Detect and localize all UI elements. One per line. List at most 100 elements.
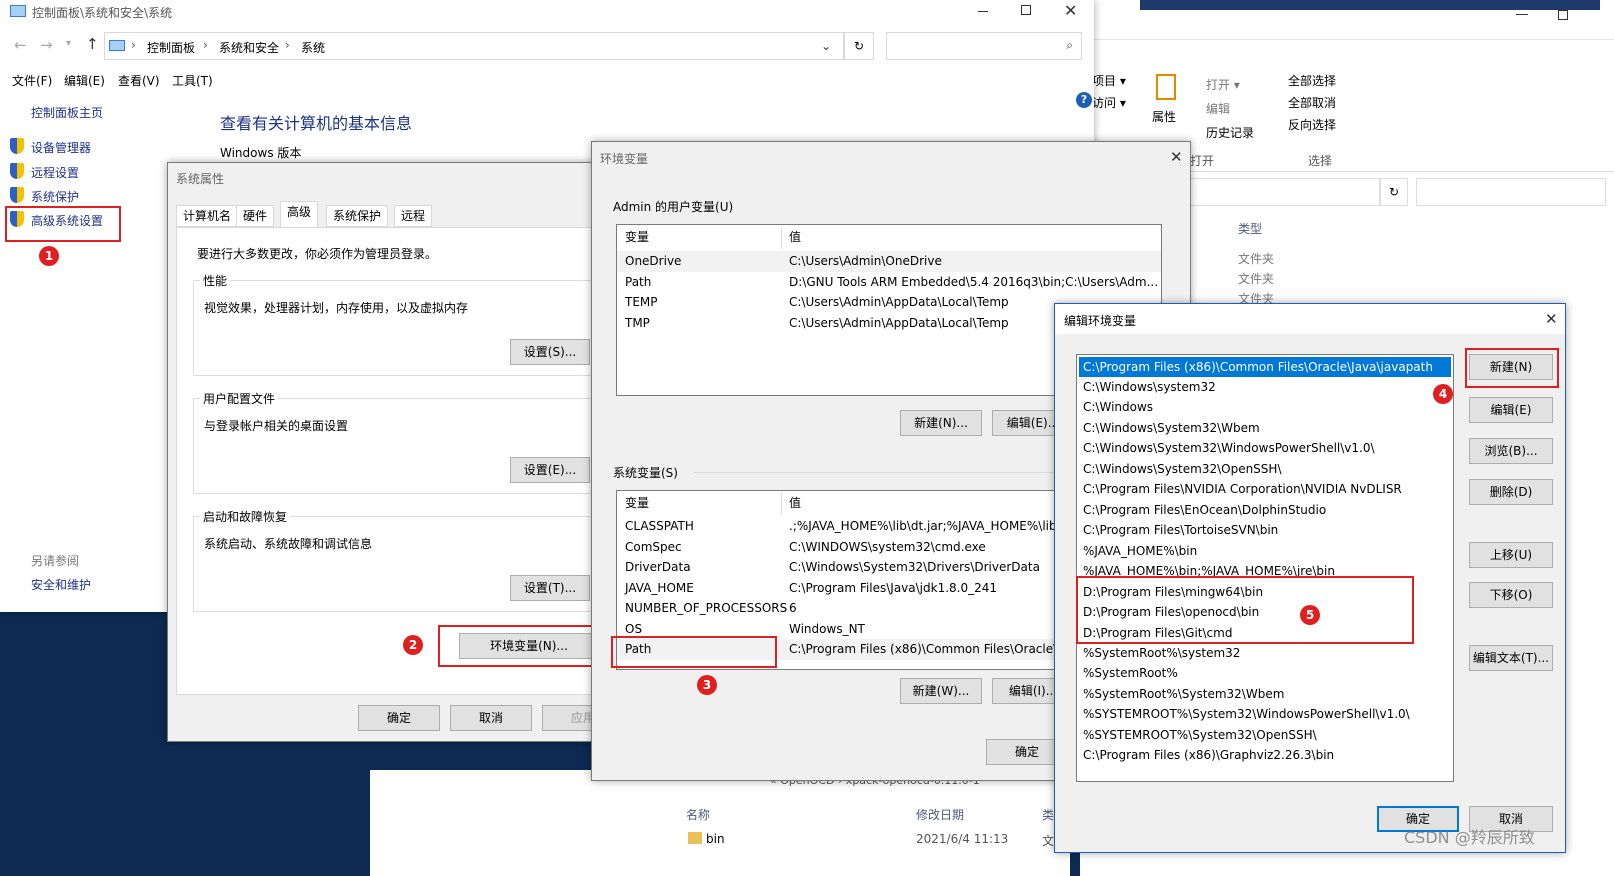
env-close-icon[interactable]: ✕ bbox=[1170, 148, 1183, 166]
minimize-icon[interactable] bbox=[1516, 14, 1528, 15]
invert-select-button[interactable]: 反向选择 bbox=[1288, 116, 1336, 133]
move-down-button[interactable]: 下移(O) bbox=[1469, 582, 1553, 608]
list-item[interactable]: C:\Windows\System32\WindowsPowerShell\v1… bbox=[1079, 438, 1451, 458]
list-item[interactable]: C:\Program Files\TortoiseSVN\bin bbox=[1079, 520, 1451, 540]
profile-settings-button[interactable]: 设置(E)... bbox=[510, 457, 590, 483]
move-up-button[interactable]: 上移(U) bbox=[1469, 542, 1553, 568]
list-item[interactable]: C:\Program Files (x86)\Graphviz2.26.3\bi… bbox=[1079, 745, 1451, 765]
performance-settings-button[interactable]: 设置(S)... bbox=[510, 339, 590, 365]
menu-view[interactable]: 查看(V) bbox=[118, 72, 160, 89]
menu-edit[interactable]: 编辑(E) bbox=[64, 72, 105, 89]
up-arrow-icon[interactable]: ↑ bbox=[86, 35, 99, 53]
properties-label[interactable]: 属性 bbox=[1152, 108, 1176, 125]
properties-icon[interactable] bbox=[1156, 74, 1176, 100]
shield-icon bbox=[10, 187, 24, 203]
column-header-value[interactable]: 值 bbox=[789, 493, 801, 514]
list-item[interactable]: C:\Windows bbox=[1079, 397, 1451, 417]
ribbon-item-project[interactable]: 项目 ▾ bbox=[1092, 72, 1126, 89]
table-row[interactable]: Path D:\GNU Tools ARM Embedded\5.4 2016q… bbox=[617, 272, 1161, 293]
see-also-security[interactable]: 安全和维护 bbox=[31, 576, 91, 593]
edit-entry-button[interactable]: 编辑(E) bbox=[1469, 397, 1553, 423]
sidebar-item-remote[interactable]: 远程设置 bbox=[31, 164, 79, 181]
chevron-down-icon[interactable]: ▾ bbox=[66, 38, 71, 49]
variable-name: TEMP bbox=[625, 295, 658, 309]
path-entry-text: C:\Windows\System32\Wbem bbox=[1083, 421, 1260, 435]
system-new-button[interactable]: 新建(W)... bbox=[900, 678, 982, 704]
breadcrumb-security[interactable]: 系统和安全 bbox=[219, 39, 279, 56]
column-header-variable[interactable]: 变量 bbox=[625, 493, 649, 514]
open-group-label: 打开 bbox=[1190, 154, 1215, 168]
cp-minimize-icon[interactable] bbox=[978, 11, 988, 12]
type-column-header[interactable]: 类型 bbox=[1238, 220, 1262, 237]
list-item[interactable]: %SYSTEMROOT%\System32\OpenSSH\ bbox=[1079, 725, 1451, 745]
cancel-button[interactable]: 取消 bbox=[450, 705, 532, 731]
list-item[interactable]: %SystemRoot%\system32 bbox=[1079, 643, 1451, 663]
sidebar-item-device-manager[interactable]: 设备管理器 bbox=[31, 139, 91, 156]
refresh-icon[interactable]: ↻ bbox=[1380, 178, 1408, 206]
list-item[interactable]: %JAVA_HOME%\bin bbox=[1079, 541, 1451, 561]
edit-button[interactable]: 编辑 bbox=[1206, 100, 1230, 117]
list-item[interactable]: %SystemRoot%\System32\Wbem bbox=[1079, 684, 1451, 704]
tab-advanced[interactable]: 高级 bbox=[280, 201, 319, 227]
date-column-header[interactable]: 修改日期 bbox=[916, 806, 964, 823]
user-new-button[interactable]: 新建(N)... bbox=[900, 410, 982, 436]
address-dropdown-icon[interactable]: ⌄ bbox=[821, 39, 831, 53]
sidebar-home[interactable]: 控制面板主页 bbox=[31, 104, 103, 121]
breadcrumb-system[interactable]: 系统 bbox=[301, 39, 325, 56]
edit-env-close-icon[interactable]: ✕ bbox=[1545, 310, 1558, 328]
delete-button[interactable]: 删除(D) bbox=[1469, 479, 1553, 505]
list-item[interactable]: C:\Program Files\NVIDIA Corporation\NVID… bbox=[1079, 479, 1451, 499]
performance-group: 性能 视觉效果，处理器计划，内存使用，以及虚拟内存 设置(S)... bbox=[193, 272, 613, 376]
variable-value: C:\WINDOWS\system32\cmd.exe bbox=[789, 540, 986, 554]
tab-remote[interactable]: 远程 bbox=[394, 205, 433, 227]
tab-computer-name[interactable]: 计算机名 bbox=[176, 205, 239, 227]
explorer-address-bar[interactable] bbox=[1180, 178, 1380, 206]
history-button[interactable]: 历史记录 bbox=[1206, 124, 1254, 141]
list-item[interactable]: C:\Windows\System32\OpenSSH\ bbox=[1079, 459, 1451, 479]
forward-arrow-icon[interactable]: → bbox=[40, 36, 53, 54]
ok-button[interactable]: 确定 bbox=[358, 705, 440, 731]
tab-hardware[interactable]: 硬件 bbox=[236, 205, 275, 227]
path-entry-text: C:\Windows\System32\WindowsPowerShell\v1… bbox=[1083, 441, 1375, 455]
select-all-button[interactable]: 全部选择 bbox=[1288, 72, 1336, 89]
ribbon-item-access[interactable]: 访问 ▾ bbox=[1092, 94, 1126, 111]
list-item[interactable]: %SystemRoot% bbox=[1079, 663, 1451, 683]
column-header-variable[interactable]: 变量 bbox=[625, 227, 649, 248]
cp-maximize-icon[interactable] bbox=[1021, 5, 1031, 15]
help-icon[interactable]: ? bbox=[1076, 92, 1092, 108]
cp-close-icon[interactable]: ✕ bbox=[1064, 1, 1077, 20]
tab-system-protection[interactable]: 系统保护 bbox=[326, 205, 389, 227]
list-item[interactable]: %SYSTEMROOT%\System32\WindowsPowerShell\… bbox=[1079, 704, 1451, 724]
type-value-1: 文件夹 bbox=[1238, 252, 1275, 266]
startup-text: 系统启动、系统故障和调试信息 bbox=[204, 537, 373, 551]
menu-tools[interactable]: 工具(T) bbox=[172, 72, 213, 89]
column-header-value[interactable]: 值 bbox=[789, 227, 801, 248]
startup-label: 启动和故障恢复 bbox=[200, 508, 291, 525]
type-column-header-2[interactable]: 类 bbox=[1042, 806, 1054, 823]
breadcrumb-control-panel[interactable]: 控制面板 bbox=[147, 39, 195, 56]
browse-button[interactable]: 浏览(B)... bbox=[1469, 438, 1553, 464]
select-none-button[interactable]: 全部取消 bbox=[1288, 94, 1336, 111]
list-item[interactable]: C:\Windows\system32 bbox=[1079, 377, 1451, 397]
menu-file[interactable]: 文件(F) bbox=[12, 72, 52, 89]
back-arrow-icon[interactable]: ← bbox=[14, 36, 27, 54]
list-item[interactable]: C:\Program Files\EnOcean\DolphinStudio bbox=[1079, 500, 1451, 520]
path-entries-list[interactable]: C:\Program Files (x86)\Common Files\Orac… bbox=[1076, 354, 1454, 782]
list-item[interactable]: C:\Program Files (x86)\Common Files\Orac… bbox=[1079, 357, 1451, 377]
search-input[interactable]: ⌕ bbox=[886, 32, 1082, 60]
edit-text-button[interactable]: 编辑文本(T)... bbox=[1469, 645, 1553, 671]
address-bar[interactable]: › 控制面板 › 系统和安全 › 系统 ⌄ bbox=[104, 32, 844, 60]
explorer-bottom-bg: « OpenOCD › xpack-openocd-0.11.0-1 名称 修改… bbox=[370, 770, 1070, 876]
refresh-icon[interactable]: ↻ bbox=[844, 32, 874, 60]
open-button[interactable]: 打开 ▾ bbox=[1206, 76, 1240, 93]
maximize-icon[interactable] bbox=[1558, 10, 1568, 20]
table-row[interactable]: OneDrive C:\Users\Admin\OneDrive bbox=[617, 251, 1161, 272]
file-name[interactable]: bin bbox=[706, 832, 725, 846]
explorer-search[interactable] bbox=[1416, 178, 1606, 206]
highlight-box-new-paths bbox=[1076, 576, 1414, 644]
sidebar-item-protection[interactable]: 系统保护 bbox=[31, 188, 79, 205]
list-item[interactable]: C:\Windows\System32\Wbem bbox=[1079, 418, 1451, 438]
name-column-header[interactable]: 名称 bbox=[686, 806, 710, 823]
variable-value: Windows_NT bbox=[789, 622, 865, 636]
startup-settings-button[interactable]: 设置(T)... bbox=[510, 575, 590, 601]
